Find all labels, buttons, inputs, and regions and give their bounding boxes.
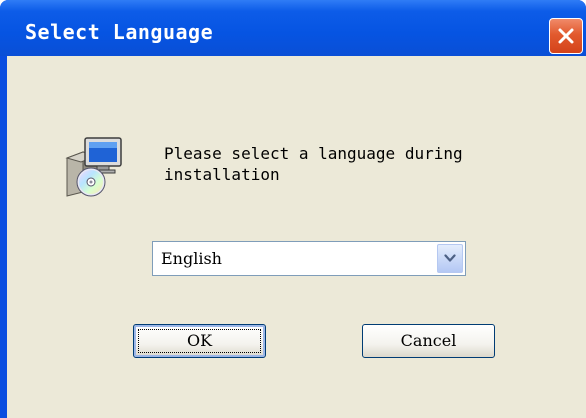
cancel-button[interactable]: Cancel [362,324,495,358]
setup-installer-icon [63,136,129,198]
close-icon [558,28,574,44]
cancel-button-label: Cancel [400,331,457,350]
window-title: Select Language [25,20,214,44]
dialog-body: Please select a language during installa… [7,56,586,418]
instruction-text: Please select a language during installa… [164,144,463,184]
select-language-dialog: Select Language Please select a language… [0,0,586,418]
selected-language: English [161,249,222,268]
chevron-down-icon [444,254,456,262]
title-bar[interactable]: Select Language [0,0,586,56]
close-button[interactable] [549,18,583,54]
language-select[interactable]: English [152,241,466,276]
dropdown-arrow-button[interactable] [437,244,463,273]
ok-button[interactable]: OK [133,324,266,358]
focus-rectangle [138,329,261,353]
